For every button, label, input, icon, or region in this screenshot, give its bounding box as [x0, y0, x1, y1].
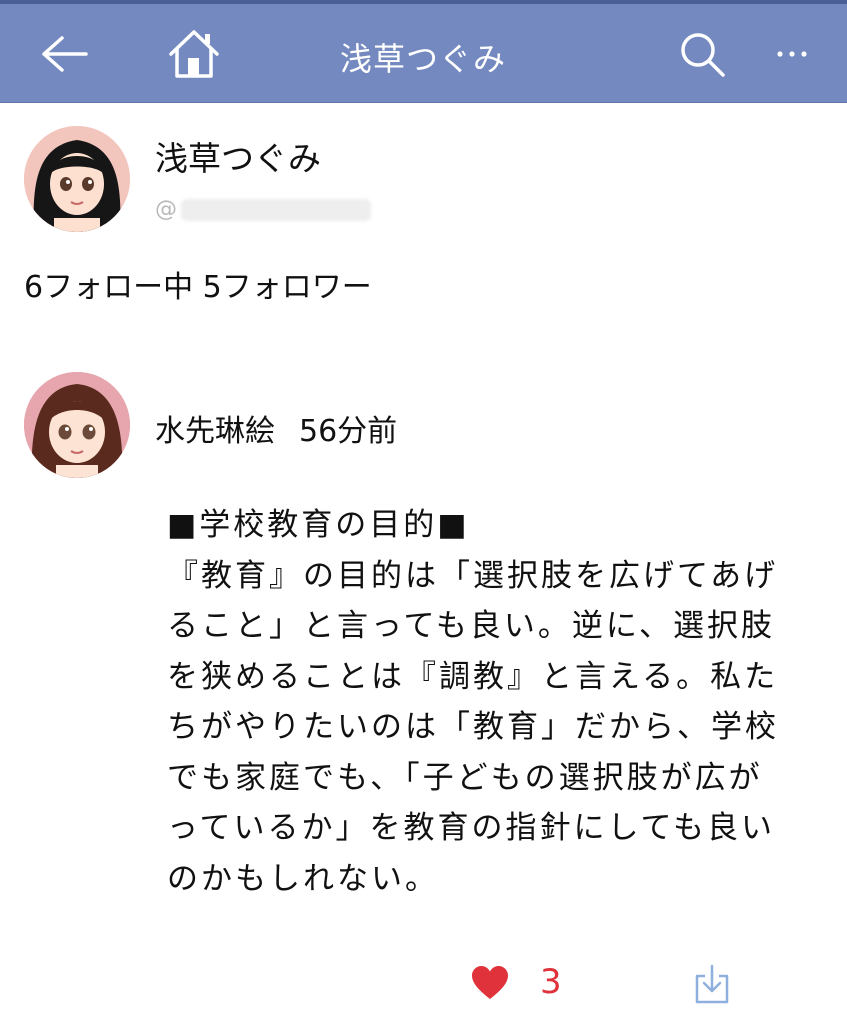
- navigation-bar: 浅草つぐみ: [0, 4, 847, 103]
- post-header: 水先琳絵 56分前: [155, 406, 397, 450]
- profile-avatar[interactable]: [24, 126, 130, 232]
- handle-redacted: [181, 198, 371, 221]
- handle-prefix: @: [155, 197, 177, 222]
- back-arrow-icon[interactable]: [36, 26, 92, 82]
- more-icon[interactable]: [764, 26, 820, 82]
- post-body: ■学校教育の目的■ 『教育』の目的は「選択肢を広げてあげ ること」と言っても良い…: [167, 500, 817, 904]
- post-author-name[interactable]: 水先琳絵: [155, 414, 275, 449]
- post-text-line: のかもしれない。: [167, 860, 439, 897]
- home-icon[interactable]: [166, 26, 222, 82]
- follow-stats[interactable]: 6フォロー中 5フォロワー: [24, 262, 372, 306]
- post-text-line: でも家庭でも、「子どもの選択肢が広が: [167, 759, 763, 796]
- post-text-line: っているか」を教育の指針にしても良い: [167, 810, 775, 846]
- heart-icon[interactable]: [471, 965, 509, 1001]
- post-text-line: ちがやりたいのは「教育」だから、学校: [167, 709, 779, 745]
- post-text-line: を狭めることは『調教』と言える。私た: [167, 658, 779, 695]
- download-icon[interactable]: [694, 964, 730, 1004]
- like-count: 3: [540, 962, 562, 1002]
- profile-handle: @: [155, 197, 371, 222]
- post-text-line: ること」と言っても良い。逆に、選択肢: [167, 608, 775, 644]
- post-text-line: 『教育』の目的は「選択肢を広げてあげ: [167, 557, 779, 594]
- post-time: 56分前: [299, 414, 398, 449]
- post-text-line: ■学校教育の目的■: [167, 507, 470, 543]
- post-author-avatar[interactable]: [24, 372, 130, 478]
- search-icon[interactable]: [674, 26, 730, 82]
- profile-name: 浅草つぐみ: [155, 139, 321, 178]
- page-title: 浅草つぐみ: [340, 40, 506, 78]
